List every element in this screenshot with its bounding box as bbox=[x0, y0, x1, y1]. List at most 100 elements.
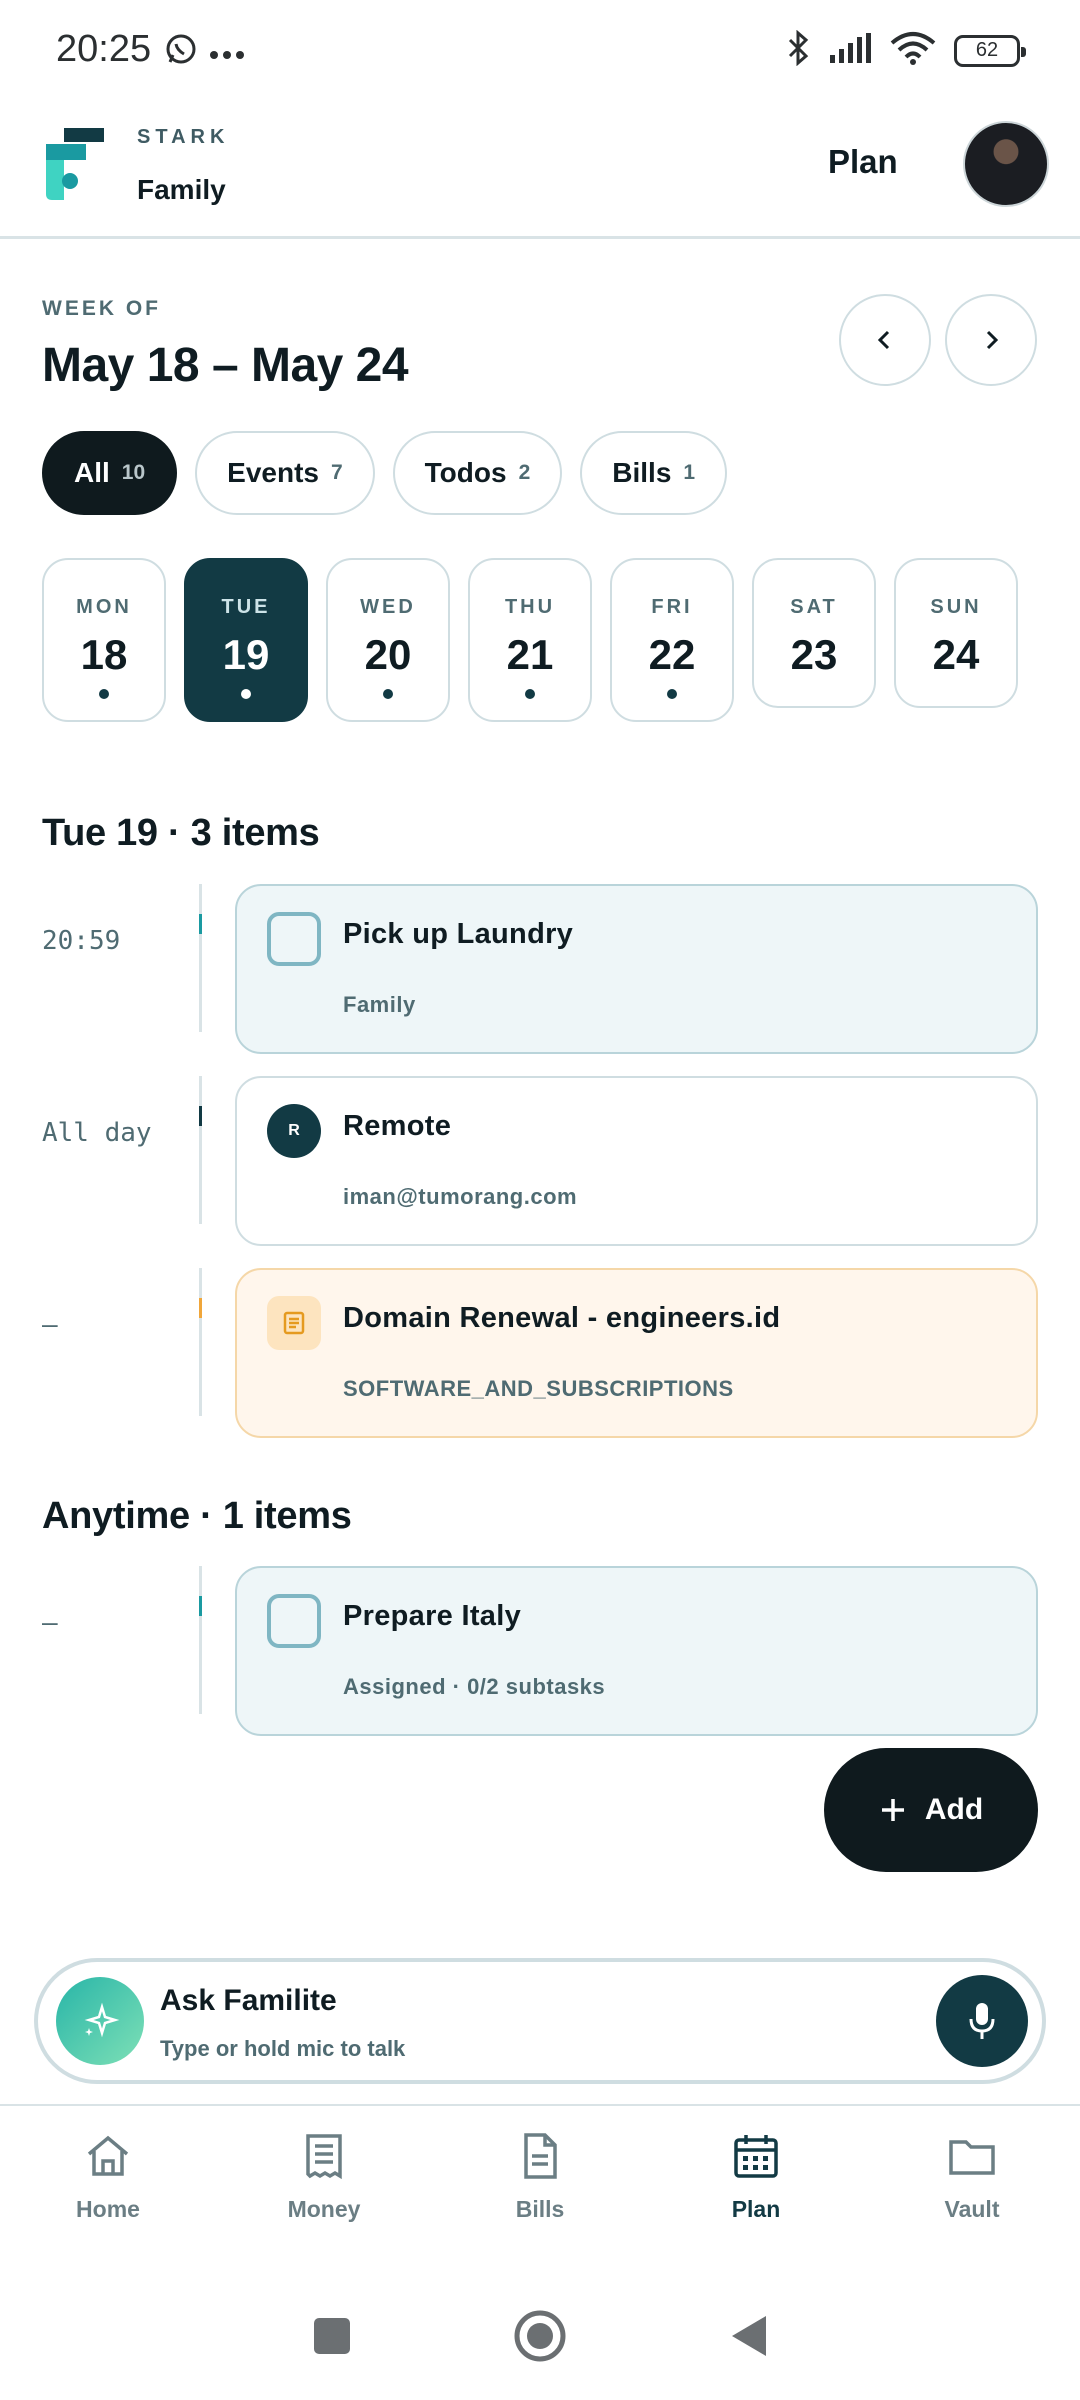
day-number: 18 bbox=[80, 631, 128, 678]
battery-level: 62 bbox=[975, 39, 999, 61]
timeline-line bbox=[199, 1566, 202, 1714]
day-mon[interactable]: MON 18 bbox=[42, 558, 166, 722]
item-time: – bbox=[42, 1310, 58, 1340]
battery-indicator: 62 bbox=[954, 34, 1026, 67]
todo-checkbox[interactable] bbox=[267, 1594, 321, 1648]
previous-week-button[interactable] bbox=[839, 294, 931, 386]
receipt-icon bbox=[306, 2134, 342, 2180]
ask-placeholder: Type or hold mic to talk bbox=[160, 2036, 406, 2061]
more-notifications-icon bbox=[210, 46, 244, 64]
recent-apps-icon[interactable] bbox=[312, 2316, 352, 2356]
nav-label: Plan bbox=[731, 2196, 781, 2222]
timeline-marker bbox=[199, 914, 202, 934]
wifi-icon bbox=[890, 31, 936, 70]
chevron-left-icon bbox=[877, 330, 890, 350]
bill-icon bbox=[267, 1296, 321, 1350]
day-name: SAT bbox=[790, 596, 838, 618]
day-name: SUN bbox=[930, 596, 982, 618]
section-title-anytime: Anytime · 1 items bbox=[42, 1495, 352, 1537]
nav-plan[interactable]: Plan bbox=[648, 2130, 864, 2223]
chip-count: 10 bbox=[121, 461, 146, 484]
todo-card[interactable]: Prepare Italy Assigned · 0/2 subtasks bbox=[235, 1566, 1038, 1736]
chip-count: 7 bbox=[330, 461, 343, 484]
folder-icon bbox=[949, 2140, 995, 2175]
chip-count: 2 bbox=[518, 461, 531, 484]
chip-label: All bbox=[74, 457, 110, 488]
item-time: – bbox=[42, 1608, 58, 1638]
day-tue[interactable]: TUE 19 bbox=[184, 558, 308, 722]
day-sun[interactable]: SUN 24 bbox=[894, 558, 1018, 708]
timeline-line bbox=[199, 884, 202, 1032]
chip-label: Events bbox=[227, 457, 319, 488]
item-subtitle: SOFTWARE_AND_SUBSCRIPTIONS bbox=[343, 1376, 734, 1401]
item-time: All day bbox=[42, 1118, 152, 1148]
next-week-button[interactable] bbox=[945, 294, 1037, 386]
item-subtitle: Family bbox=[343, 992, 416, 1017]
back-triangle-icon[interactable] bbox=[728, 2314, 768, 2358]
calendar-icon bbox=[734, 2135, 778, 2178]
status-time: 20:25 bbox=[56, 28, 152, 70]
day-number: 19 bbox=[222, 631, 270, 678]
nav-label: Money bbox=[287, 2196, 361, 2222]
todo-card[interactable]: Pick up Laundry Family bbox=[235, 884, 1038, 1054]
filter-chips: All 10 Events 7 Todos 2 Bills 1 bbox=[42, 431, 728, 515]
day-number: 22 bbox=[648, 631, 696, 678]
item-subtitle: Assigned · 0/2 subtasks bbox=[343, 1674, 606, 1699]
mic-button[interactable] bbox=[936, 1975, 1028, 2067]
filter-todos[interactable]: Todos 2 bbox=[392, 431, 563, 515]
day-number: 21 bbox=[506, 631, 554, 678]
filter-events[interactable]: Events 7 bbox=[195, 431, 375, 515]
plus-icon bbox=[881, 1799, 904, 1821]
week-range: May 18 – May 24 bbox=[42, 339, 409, 392]
chip-count: 1 bbox=[683, 461, 696, 484]
home-circle-icon[interactable] bbox=[512, 2308, 568, 2364]
document-icon bbox=[524, 2133, 557, 2179]
has-items-dot bbox=[383, 689, 393, 699]
nav-label: Vault bbox=[944, 2196, 1000, 2222]
section-title-day: Tue 19 · 3 items bbox=[42, 812, 320, 854]
bill-card[interactable]: Domain Renewal - engineers.id SOFTWARE_A… bbox=[235, 1268, 1038, 1438]
todo-checkbox[interactable] bbox=[267, 912, 321, 966]
chip-label: Todos bbox=[424, 457, 507, 488]
brand-label: STARK bbox=[137, 126, 230, 148]
item-subtitle: iman@tumorang.com bbox=[343, 1184, 578, 1209]
has-items-dot bbox=[99, 689, 109, 699]
bottom-nav: Home Money Bills Plan Vault bbox=[0, 2130, 1080, 2223]
day-name: FRI bbox=[651, 596, 693, 618]
home-icon bbox=[87, 2135, 129, 2176]
add-button[interactable]: Add bbox=[824, 1748, 1038, 1872]
day-sat[interactable]: SAT 23 bbox=[752, 558, 876, 708]
day-thu[interactable]: THU 21 bbox=[468, 558, 592, 722]
day-name: THU bbox=[504, 596, 556, 618]
whatsapp-icon bbox=[164, 32, 198, 71]
app-logo bbox=[42, 126, 106, 207]
ask-assistant-bar[interactable]: Ask Familite Type or hold mic to talk bbox=[34, 1958, 1046, 2084]
nav-bills[interactable]: Bills bbox=[432, 2130, 648, 2223]
bluetooth-icon bbox=[786, 29, 810, 71]
mic-icon bbox=[969, 2003, 995, 2039]
signal-icon bbox=[828, 33, 872, 68]
header-divider bbox=[0, 236, 1080, 239]
filter-all[interactable]: All 10 bbox=[42, 431, 178, 515]
day-fri[interactable]: FRI 22 bbox=[610, 558, 734, 722]
page-title: Plan bbox=[828, 143, 898, 180]
timeline-marker bbox=[199, 1106, 202, 1126]
chip-label: Bills bbox=[612, 457, 672, 488]
system-navigation bbox=[0, 2300, 1080, 2372]
event-card[interactable]: R Remote iman@tumorang.com bbox=[235, 1076, 1038, 1246]
chevron-right-icon bbox=[986, 330, 999, 350]
filter-bills[interactable]: Bills 1 bbox=[580, 431, 728, 515]
add-button-label: Add bbox=[924, 1793, 984, 1826]
user-avatar[interactable] bbox=[963, 121, 1049, 207]
day-name: WED bbox=[360, 596, 416, 618]
item-title: Remote bbox=[343, 1110, 452, 1142]
day-strip: MON 18 TUE 19 WED 20 THU 21 FRI 22 SAT 23 SUN 2… bbox=[42, 558, 1018, 722]
nav-vault[interactable]: Vault bbox=[864, 2130, 1080, 2223]
nav-home[interactable]: Home bbox=[0, 2130, 216, 2223]
sparkle-icon bbox=[56, 1977, 144, 2065]
nav-label: Bills bbox=[515, 2196, 565, 2222]
timeline-marker bbox=[199, 1596, 202, 1616]
day-name: MON bbox=[76, 596, 132, 618]
day-wed[interactable]: WED 20 bbox=[326, 558, 450, 722]
nav-money[interactable]: Money bbox=[216, 2130, 432, 2223]
